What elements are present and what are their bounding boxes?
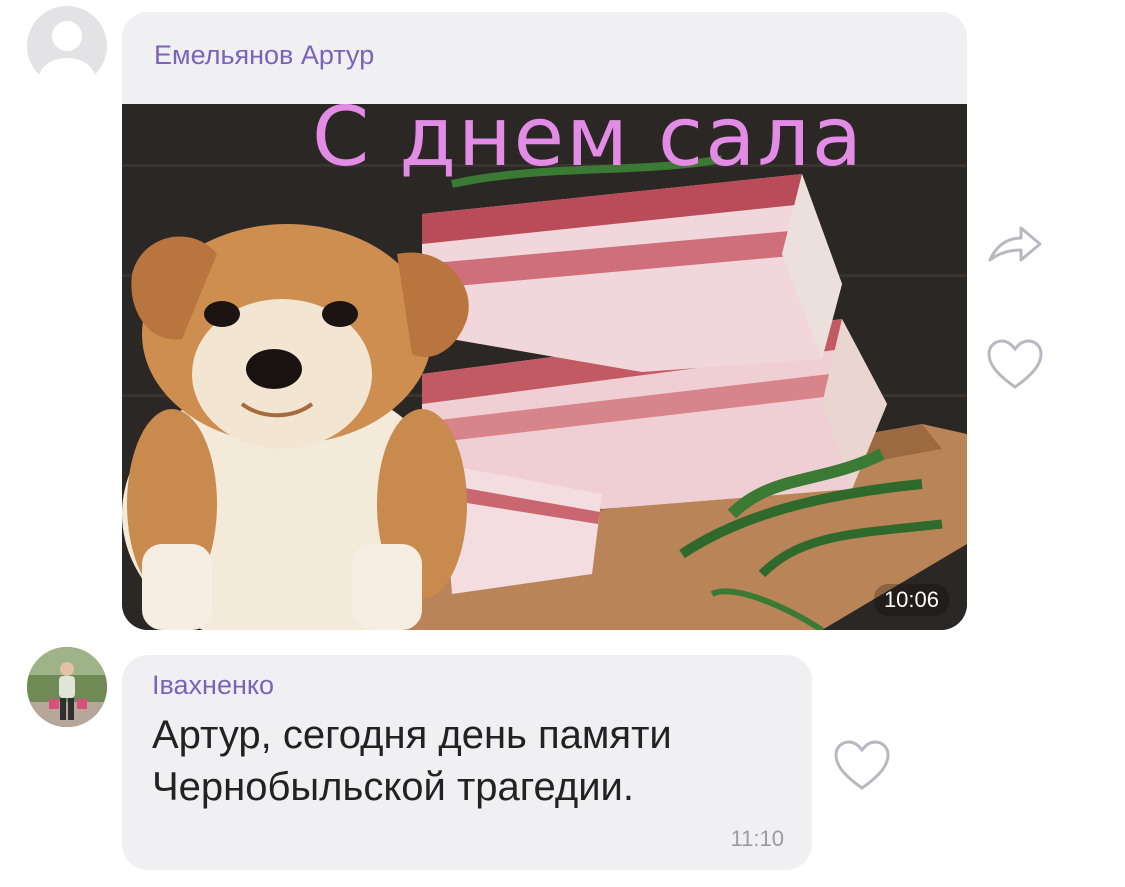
message-text: Артур, сегодня день памяти Чернобыльской… — [152, 713, 672, 809]
user-photo — [27, 647, 107, 727]
photo-caption: С днем сала — [312, 104, 864, 185]
message-bubble-text[interactable]: Івахненко Артур, сегодня день памяти Чер… — [122, 655, 812, 870]
sender-name[interactable]: Емельянов Артур — [154, 40, 374, 71]
message-photo[interactable]: С днем сала 10:06 — [122, 104, 967, 630]
default-user-icon — [39, 21, 95, 86]
avatar-emelyanov[interactable] — [27, 6, 107, 86]
avatar-ivakhnenko[interactable] — [27, 647, 107, 727]
heart-outline-icon[interactable] — [985, 337, 1045, 396]
message-time: 11:10 — [730, 826, 784, 851]
sender-name[interactable]: Івахненко — [152, 670, 274, 701]
forward-arrow-icon[interactable] — [985, 222, 1045, 271]
message-bubble-image[interactable]: Емельянов Артур С днем сала 10:06 — [122, 12, 967, 630]
heart-outline-icon[interactable] — [832, 738, 892, 797]
message-time: 10:06 — [873, 584, 949, 616]
